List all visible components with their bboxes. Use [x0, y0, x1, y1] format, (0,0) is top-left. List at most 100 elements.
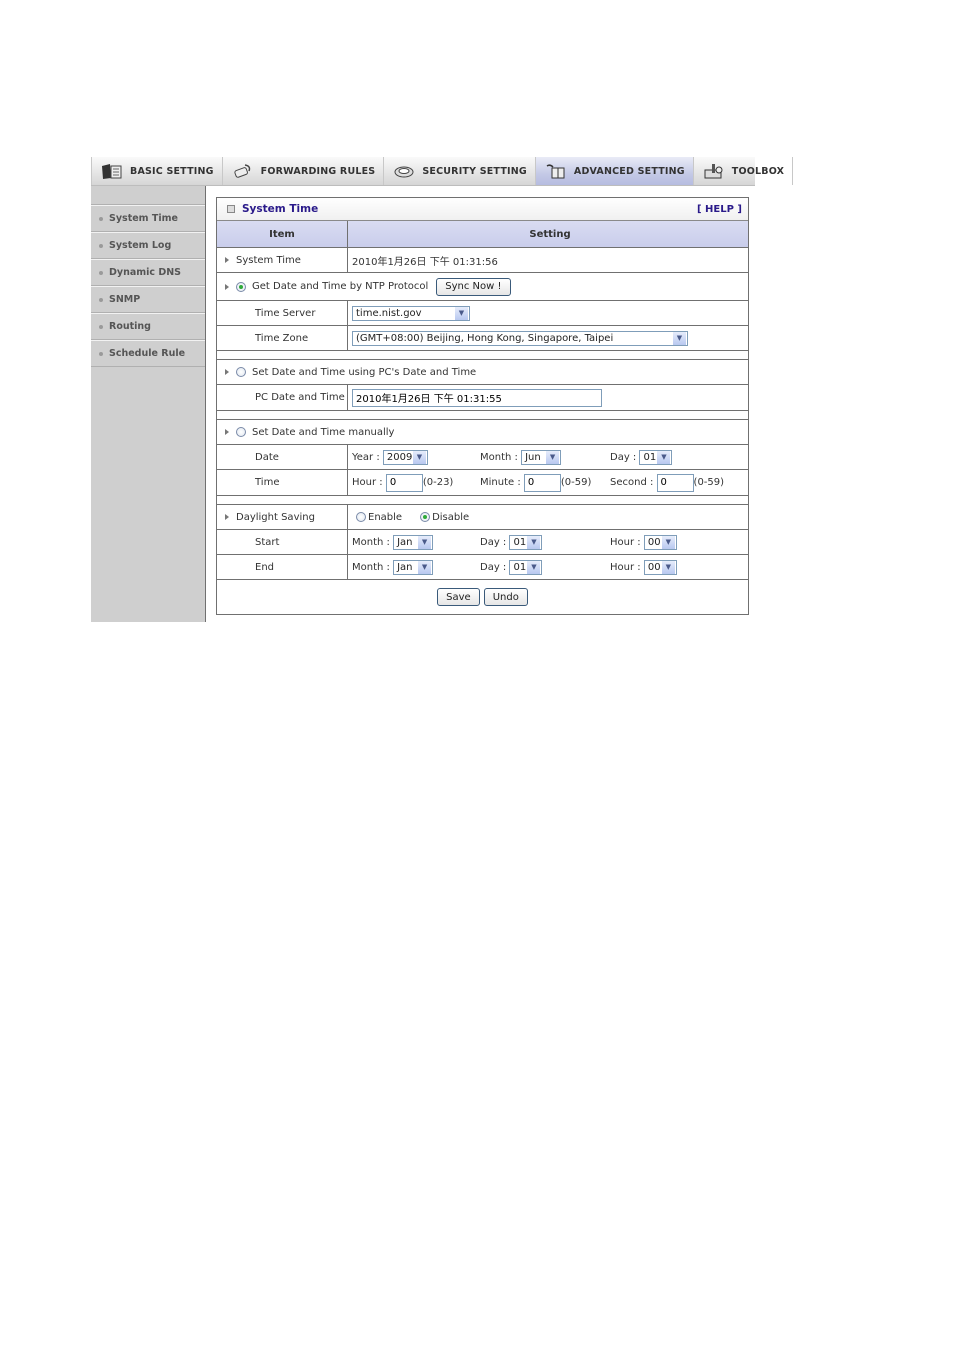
system-time-panel: System Time [ HELP ] Item Setting System… — [216, 197, 749, 615]
ntp-option-row: Get Date and Time by NTP Protocol Sync N… — [217, 273, 748, 301]
chevron-down-icon: ▼ — [527, 535, 541, 549]
sidebar-item-routing[interactable]: Routing — [91, 313, 205, 340]
minute-input[interactable] — [523, 473, 561, 492]
second-range: (0-59) — [693, 477, 725, 488]
pc-time-radio[interactable] — [236, 367, 246, 377]
pc-date-time-input[interactable] — [352, 388, 602, 407]
time-server-label: Time Server — [255, 307, 316, 319]
panel-header: System Time [ HELP ] — [217, 198, 748, 221]
tab-forwarding-rules-label: FORWARDING RULES — [260, 165, 376, 177]
pc-date-time-row: PC Date and Time — [217, 385, 748, 411]
sidebar-item-label: Routing — [109, 321, 151, 332]
bullet-icon — [99, 270, 103, 275]
start-day-select[interactable]: 01 ▼ — [509, 534, 543, 550]
daylight-saving-row: Daylight Saving Enable Disable — [217, 505, 748, 530]
month-value: Jun — [525, 451, 541, 463]
start-day-value: 01 — [513, 536, 527, 548]
end-day-value: 01 — [513, 561, 527, 573]
tab-security-setting-label: SECURITY SETTING — [422, 165, 527, 177]
system-time-label: System Time — [236, 254, 301, 266]
end-day-label: Day : — [480, 561, 507, 573]
hour-range: (0-23) — [422, 477, 454, 488]
dst-disable-radio[interactable] — [420, 512, 431, 522]
sidebar-item-snmp[interactable]: SNMP — [91, 286, 205, 313]
hour-input[interactable] — [385, 473, 423, 492]
sidebar-item-system-time[interactable]: System Time — [91, 205, 205, 232]
column-header-item: Item — [217, 221, 348, 247]
tab-toolbox[interactable]: TOOLBOX — [694, 157, 794, 185]
sidebar-item-system-log[interactable]: System Log — [91, 232, 205, 259]
start-month-select[interactable]: Jan ▼ — [393, 534, 434, 550]
sidebar-item-dynamic-dns[interactable]: Dynamic DNS — [91, 259, 205, 286]
tab-security-setting[interactable]: SECURITY SETTING — [384, 157, 536, 185]
dst-end-row: End Month : Jan ▼ Day : 01 ▼ Hour : 00 ▼ — [217, 555, 748, 580]
arrow-right-icon — [225, 257, 229, 263]
undo-button[interactable]: Undo — [483, 588, 528, 606]
tab-advanced-setting[interactable]: ADVANCED SETTING — [535, 157, 694, 185]
bullet-icon — [99, 297, 103, 302]
end-hour-value: 00 — [647, 561, 661, 573]
hour-label: Hour : — [352, 477, 383, 488]
year-value: 2009 — [386, 451, 413, 463]
day-label: Day : — [610, 451, 637, 463]
section-divider — [217, 496, 748, 505]
time-label: Time — [255, 477, 280, 488]
arrow-right-icon — [225, 429, 229, 435]
year-label: Year : — [352, 451, 380, 463]
chevron-down-icon: ▼ — [418, 560, 432, 574]
tab-advanced-setting-label: ADVANCED SETTING — [573, 165, 685, 177]
end-hour-label: Hour : — [610, 561, 641, 573]
end-month-label: Month : — [352, 561, 390, 573]
tab-forwarding-rules[interactable]: FORWARDING RULES — [223, 157, 385, 185]
help-link[interactable]: [ HELP ] — [697, 204, 742, 215]
day-select[interactable]: 01 ▼ — [639, 449, 673, 465]
second-input[interactable] — [656, 473, 694, 492]
daylight-saving-label: Daylight Saving — [236, 511, 315, 523]
sidebar-item-label: System Time — [109, 213, 178, 224]
tab-toolbox-label: TOOLBOX — [731, 165, 785, 177]
month-label: Month : — [480, 451, 518, 463]
month-select[interactable]: Jun ▼ — [521, 449, 562, 465]
arrow-right-icon — [225, 369, 229, 375]
pc-option-label: Set Date and Time using PC's Date and Ti… — [252, 366, 477, 378]
sync-now-button[interactable]: Sync Now ! — [436, 277, 511, 296]
dst-disable-label: Disable — [432, 511, 470, 523]
dst-enable-radio[interactable] — [356, 512, 366, 522]
dst-start-row: Start Month : Jan ▼ Day : 01 ▼ Hour : 00 ▼ — [217, 530, 748, 555]
dst-start-label: Start — [255, 536, 280, 548]
start-month-label: Month : — [352, 536, 390, 548]
sidebar-item-label: Schedule Rule — [109, 348, 186, 359]
system-time-value: 2010年1月26日 下午 01:31:56 — [352, 256, 498, 268]
end-month-value: Jan — [397, 561, 413, 573]
chevron-down-icon: ▼ — [673, 331, 686, 345]
sidebar-item-label: Dynamic DNS — [109, 267, 182, 278]
chevron-down-icon: ▼ — [546, 450, 560, 464]
year-select[interactable]: 2009 ▼ — [382, 449, 428, 465]
security-icon — [392, 162, 416, 180]
time-zone-select[interactable]: (GMT+08:00) Beijing, Hong Kong, Singapor… — [352, 330, 688, 346]
ntp-option-label: Get Date and Time by NTP Protocol — [252, 281, 429, 292]
end-month-select[interactable]: Jan ▼ — [393, 559, 434, 575]
sidebar-item-schedule-rule[interactable]: Schedule Rule — [91, 340, 205, 367]
tab-basic-setting[interactable]: BASIC SETTING — [92, 157, 223, 185]
end-day-select[interactable]: 01 ▼ — [509, 559, 543, 575]
arrow-right-icon — [225, 514, 229, 520]
time-server-select[interactable]: time.nist.gov ▼ — [352, 305, 470, 321]
chevron-down-icon: ▼ — [661, 560, 675, 574]
sidebar-gap — [91, 186, 205, 205]
end-hour-select[interactable]: 00 ▼ — [643, 559, 677, 575]
advanced-icon — [544, 162, 568, 180]
start-hour-label: Hour : — [610, 536, 641, 548]
time-server-row: Time Server time.nist.gov ▼ — [217, 301, 748, 326]
system-time-row: System Time 2010年1月26日 下午 01:31:56 — [217, 248, 748, 273]
dst-end-label: End — [255, 561, 275, 573]
manual-radio[interactable] — [236, 427, 246, 437]
start-hour-select[interactable]: 00 ▼ — [643, 534, 677, 550]
start-day-label: Day : — [480, 536, 507, 548]
save-button[interactable]: Save — [437, 588, 480, 606]
forwarding-icon — [231, 162, 255, 180]
panel-bullet-icon — [227, 205, 235, 213]
second-label: Second : — [610, 477, 654, 488]
ntp-radio[interactable] — [236, 281, 246, 292]
panel-title: System Time — [242, 203, 319, 215]
